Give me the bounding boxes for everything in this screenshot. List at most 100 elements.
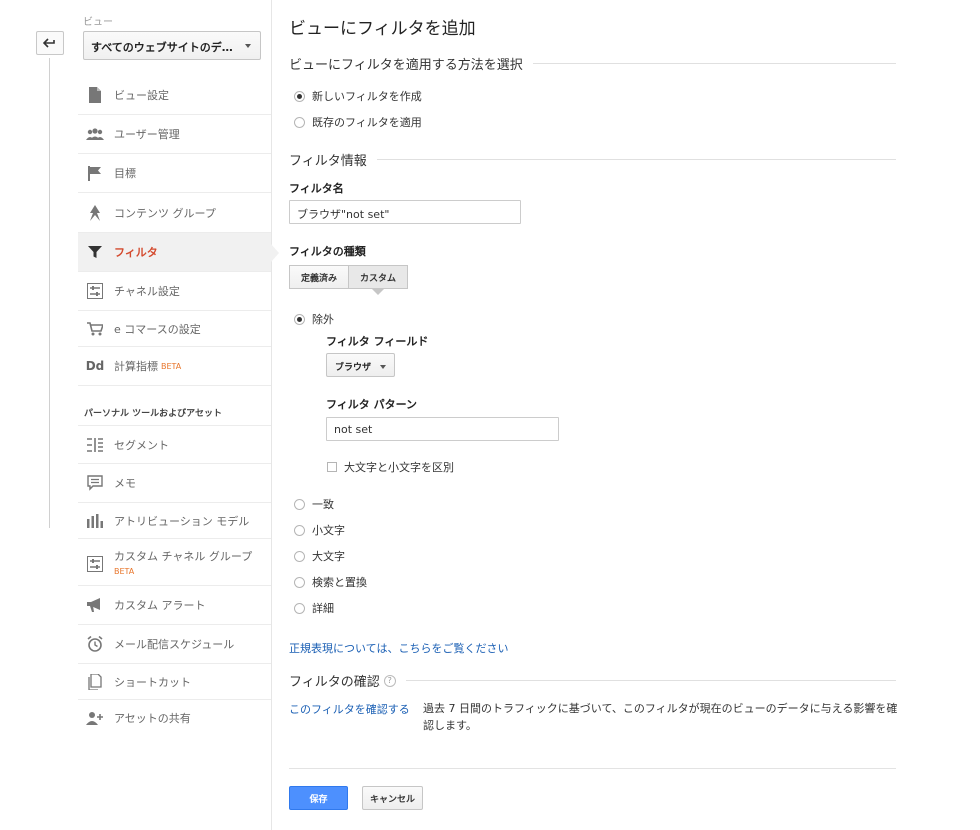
sidebar-item-text: カスタム チャネル グループ BETA — [114, 548, 252, 576]
sidebar-item-label: ビュー設定 — [114, 89, 169, 102]
radio-label: 既存のフィルタを適用 — [312, 116, 422, 129]
sidebar-item-label: カスタム アラート — [114, 599, 206, 612]
divider — [405, 680, 896, 681]
radio-indicator — [294, 576, 305, 588]
alarm-clock-icon — [86, 635, 104, 653]
sidebar-item-label: アセットの共有 — [114, 712, 191, 725]
radio-indicator — [294, 116, 305, 128]
sidebar-item-label: ユーザー管理 — [114, 128, 180, 141]
help-icon[interactable]: ? — [383, 674, 396, 687]
filter-info-section: フィルタ情報 — [289, 150, 896, 169]
filter-name-input[interactable]: ブラウザ"not set" — [289, 200, 521, 224]
filter-pattern-label: フィルタ パターン — [326, 398, 418, 411]
beta-badge: BETA — [114, 567, 135, 576]
filter-field-dropdown[interactable]: ブラウザ — [326, 353, 395, 377]
radio-label: 小文字 — [312, 524, 345, 537]
checkbox-box — [327, 462, 337, 472]
sidebar-item-view-settings[interactable]: ビュー設定 — [78, 76, 271, 115]
add-user-icon — [86, 709, 104, 727]
app-root: ビュー すべてのウェブサイトのデ… ビュー設定 ユーザー管理 目標 コンテンツ … — [0, 0, 980, 830]
case-sensitive-checkbox[interactable]: 大文字と小文字を区別 — [327, 459, 454, 475]
cart-icon — [86, 320, 104, 338]
section-heading: ビューにフィルタを適用する方法を選択 — [289, 58, 523, 73]
memo-icon — [86, 474, 104, 492]
radio-label: 詳細 — [312, 602, 334, 615]
sidebar-item-asset-sharing[interactable]: アセットの共有 — [78, 700, 271, 736]
sidebar-item-shortcuts[interactable]: ショートカット — [78, 664, 271, 700]
radio-label: 除外 — [312, 313, 334, 326]
personal-tools-heading: パーソナル ツールおよびアセット — [84, 409, 222, 419]
page-title: ビューにフィルタを追加 — [289, 19, 476, 39]
sidebar-item-label: メール配信スケジュール — [114, 638, 235, 651]
active-item-pointer — [271, 244, 279, 262]
filter-verification-section: フィルタの確認 ? — [289, 671, 896, 690]
view-select[interactable]: すべてのウェブサイトのデ… — [83, 31, 261, 60]
radio-match[interactable]: 一致 — [294, 496, 334, 512]
flag-icon — [86, 164, 104, 182]
radio-apply-existing-filter[interactable]: 既存のフィルタを適用 — [294, 114, 422, 130]
document-icon — [86, 86, 104, 104]
sidebar-item-calculated-metrics[interactable]: Dd 計算指標 BETA — [78, 347, 271, 386]
back-button[interactable] — [36, 31, 64, 55]
tab-custom[interactable]: カスタム — [348, 265, 408, 289]
sidebar-item-label: カスタム チャネル グループ — [114, 550, 253, 563]
sidebar-item-label: フィルタ — [114, 246, 158, 259]
sidebar-item-user-management[interactable]: ユーザー管理 — [78, 115, 271, 154]
filter-field-label: フィルタ フィールド — [326, 335, 429, 348]
regex-help-link[interactable]: 正規表現については、こちらをご覧ください — [289, 640, 508, 656]
radio-create-new-filter[interactable]: 新しいフィルタを作成 — [294, 88, 422, 104]
save-button[interactable]: 保存 — [289, 786, 348, 810]
radio-search-replace[interactable]: 検索と置換 — [294, 574, 367, 590]
segment-icon — [86, 436, 104, 454]
sidebar-item-label: ショートカット — [114, 675, 191, 689]
verify-filter-link[interactable]: このフィルタを確認する — [289, 701, 410, 717]
filter-pattern-input[interactable]: not set — [326, 417, 559, 441]
sidebar-item-content-group[interactable]: コンテンツ グループ — [78, 193, 271, 233]
active-tab-pointer — [372, 289, 384, 295]
channel-icon — [86, 282, 104, 300]
sidebar-item-label: e コマースの設定 — [114, 322, 201, 336]
megaphone-icon — [86, 596, 104, 614]
sidebar-item-segments[interactable]: セグメント — [78, 425, 271, 464]
sidebar-item-label: メモ — [114, 477, 136, 490]
sidebar-item-label: アトリビューション モデル — [114, 514, 250, 528]
radio-uppercase[interactable]: 大文字 — [294, 548, 345, 564]
divider — [532, 63, 896, 64]
sidebar-item-custom-alerts[interactable]: カスタム アラート — [78, 586, 271, 625]
apply-method-section: ビューにフィルタを適用する方法を選択 — [289, 54, 896, 73]
bar-chart-icon — [86, 512, 104, 530]
sidebar-item-annotations[interactable]: メモ — [78, 464, 271, 503]
sidebar-item-channel-settings[interactable]: チャネル設定 — [78, 272, 271, 311]
sidebar-item-goals[interactable]: 目標 — [78, 154, 271, 193]
sidebar-item-scheduled-emails[interactable]: メール配信スケジュール — [78, 625, 271, 664]
sidebar-item-label: コンテンツ グループ — [114, 206, 216, 220]
cancel-button[interactable]: キャンセル — [362, 786, 423, 810]
section-heading: フィルタ情報 — [289, 154, 367, 169]
radio-label: 一致 — [312, 498, 334, 511]
radio-exclude[interactable]: 除外 — [294, 311, 334, 327]
radio-advanced[interactable]: 詳細 — [294, 600, 334, 616]
chevron-down-icon — [380, 365, 386, 369]
radio-indicator — [294, 313, 305, 325]
chevron-down-icon — [245, 44, 251, 48]
view-label: ビュー — [83, 17, 113, 28]
tab-predefined[interactable]: 定義済み — [289, 265, 349, 289]
sidebar-item-label: 計算指標 — [114, 360, 158, 373]
filter-icon — [86, 243, 104, 261]
radio-lowercase[interactable]: 小文字 — [294, 522, 345, 538]
sidebar-item-ecommerce[interactable]: e コマースの設定 — [78, 311, 271, 347]
radio-indicator — [294, 524, 305, 536]
radio-indicator — [294, 602, 305, 614]
view-select-value: すべてのウェブサイトのデ… — [91, 41, 233, 54]
sidebar-item-filters[interactable]: フィルタ — [78, 233, 271, 272]
divider — [289, 768, 896, 769]
channel-icon — [86, 555, 104, 573]
checkbox-label: 大文字と小文字を区別 — [344, 461, 454, 474]
sidebar-item-custom-channel-groups[interactable]: カスタム チャネル グループ BETA — [78, 539, 271, 586]
section-heading: フィルタの確認 — [289, 675, 380, 690]
copy-icon — [86, 673, 104, 691]
sidebar-item-attribution-models[interactable]: アトリビューション モデル — [78, 503, 271, 539]
dd-icon: Dd — [85, 359, 105, 373]
verify-description: 過去 7 日間のトラフィックに基づいて、このフィルタが現在のビューのデータに与え… — [423, 702, 898, 732]
beta-badge: BETA — [161, 361, 182, 371]
